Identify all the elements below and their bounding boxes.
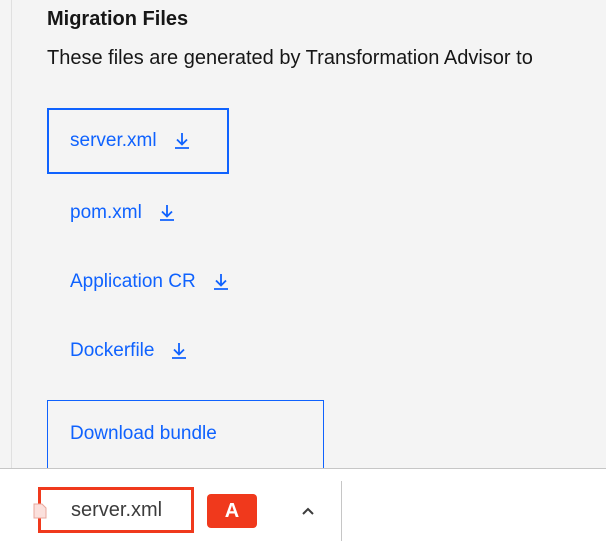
download-icon xyxy=(210,271,232,293)
downloaded-file-item[interactable]: server.xml xyxy=(33,487,194,533)
file-link-label: server.xml xyxy=(70,130,157,151)
panel-left-edge xyxy=(0,0,12,468)
downloaded-file-name: server.xml xyxy=(71,498,163,521)
file-link-label: Application CR xyxy=(70,271,196,292)
download-application-cr-link[interactable]: Application CR xyxy=(47,249,232,315)
chevron-up-icon[interactable] xyxy=(297,500,319,522)
download-icon xyxy=(168,340,190,362)
migration-files-panel: Migration Files These files are generate… xyxy=(0,0,606,468)
section-description: These files are generated by Transformat… xyxy=(47,47,533,69)
section-title: Migration Files xyxy=(47,8,189,30)
download-dockerfile-link[interactable]: Dockerfile xyxy=(47,318,190,384)
download-bundle-button[interactable]: Download bundle xyxy=(47,400,324,468)
file-link-label: Dockerfile xyxy=(70,340,155,361)
download-server-xml-link[interactable]: server.xml xyxy=(47,108,229,174)
browser-download-bar: server.xml A xyxy=(0,468,606,552)
annotation-badge: A xyxy=(207,494,257,528)
download-bar-divider xyxy=(341,481,342,541)
file-link-label: pom.xml xyxy=(70,202,142,223)
download-icon xyxy=(171,130,193,152)
download-pom-xml-link[interactable]: pom.xml xyxy=(47,180,178,246)
download-icon xyxy=(156,202,178,224)
file-icon xyxy=(33,503,47,519)
